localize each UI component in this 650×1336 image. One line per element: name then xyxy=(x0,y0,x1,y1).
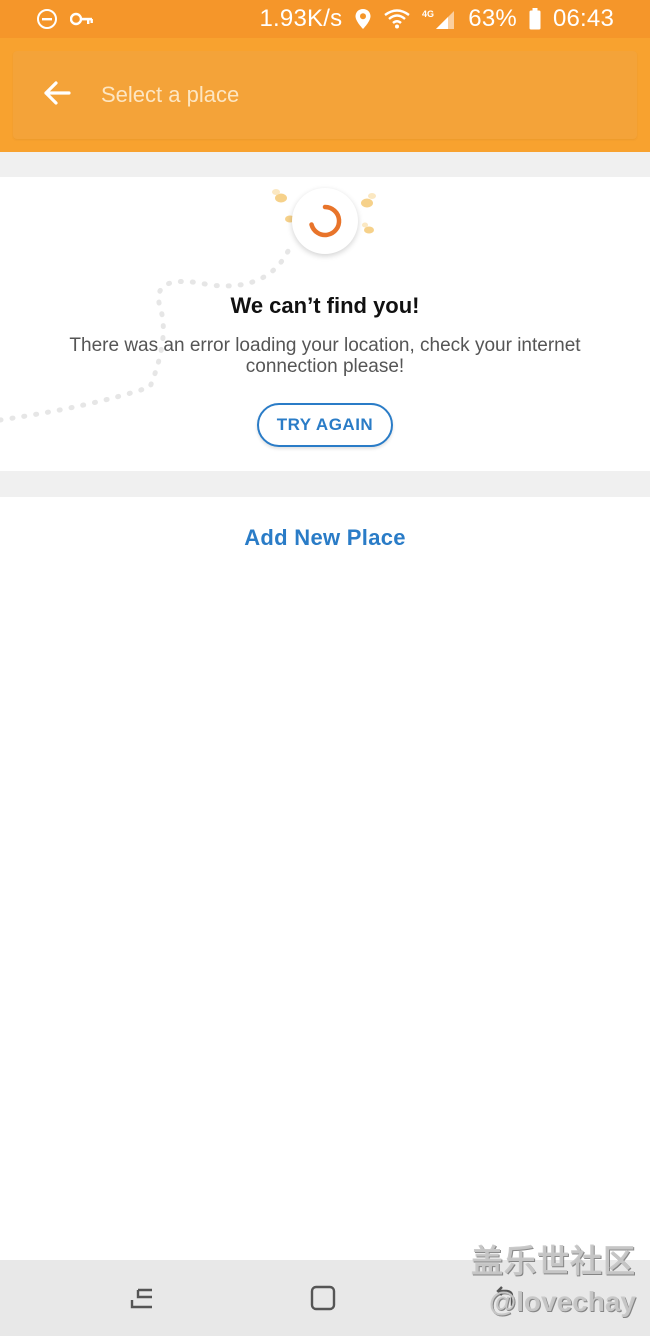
divider-middle xyxy=(0,471,650,497)
spinner-icon xyxy=(309,204,342,238)
status-bar-left xyxy=(36,8,94,30)
battery-percent: 63% xyxy=(468,5,517,32)
loading-spinner xyxy=(292,188,358,254)
place-search-input[interactable] xyxy=(101,51,637,139)
bee-icon xyxy=(272,189,287,203)
arrow-left-icon xyxy=(43,80,71,110)
watermark: 盖乐世社区 @lovechay xyxy=(471,1236,636,1318)
recent-apps-icon xyxy=(130,1288,152,1309)
error-message: There was an error loading your location… xyxy=(69,335,581,377)
watermark-handle: @lovechay xyxy=(488,1286,636,1317)
app-header xyxy=(0,38,650,152)
vpn-key-icon xyxy=(70,11,94,27)
status-bar-right: 1.93K/s 4G 63% 06:43 xyxy=(260,5,615,33)
add-new-place-button[interactable]: Add New Place xyxy=(0,497,650,579)
clock: 06:43 xyxy=(552,5,614,32)
bee-icon xyxy=(362,222,374,234)
signal-icon: 4G xyxy=(422,8,456,30)
do-not-disturb-icon xyxy=(36,8,58,30)
network-type-label: 4G xyxy=(422,9,434,19)
recent-apps-button[interactable] xyxy=(122,1278,162,1318)
error-title: We can’t find you! xyxy=(230,293,420,318)
try-again-button[interactable]: TRY AGAIN xyxy=(257,403,393,447)
wifi-icon xyxy=(384,9,411,29)
place-search-bar xyxy=(13,51,637,139)
home-icon xyxy=(310,1285,336,1311)
divider-top xyxy=(0,152,650,177)
battery-icon xyxy=(529,8,541,30)
network-speed: 1.93K/s xyxy=(259,5,343,32)
back-button[interactable] xyxy=(13,51,101,139)
home-button[interactable] xyxy=(303,1278,343,1318)
watermark-community: 盖乐世社区 xyxy=(470,1243,636,1279)
location-error-card: We can’t find you! There was an error lo… xyxy=(0,177,650,471)
status-bar: 1.93K/s 4G 63% 06:43 xyxy=(0,0,650,38)
location-icon xyxy=(354,8,372,30)
bee-icon xyxy=(361,193,376,208)
